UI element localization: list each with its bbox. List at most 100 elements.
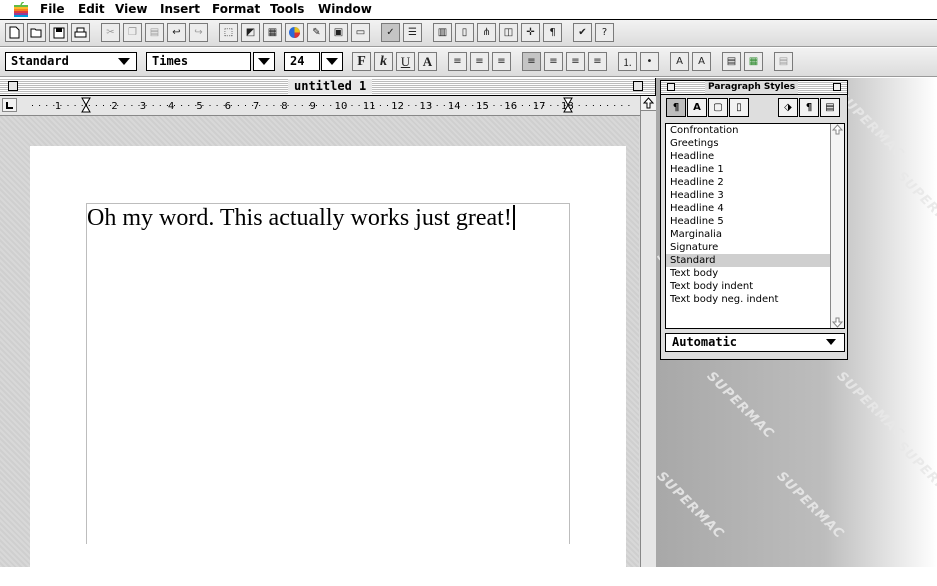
align-center-button[interactable]: ≡ [470, 52, 489, 71]
style-list-item[interactable]: Confrontation [666, 124, 831, 137]
palette-titlebar[interactable]: Paragraph Styles [661, 81, 847, 95]
nonprinting-chars-button[interactable]: ¶ [543, 23, 562, 42]
font-name-field[interactable]: Times [146, 52, 251, 71]
new-style-button[interactable]: ¶ [799, 98, 819, 117]
numbering-button[interactable]: ⒈ [618, 52, 637, 71]
print-button[interactable] [71, 23, 90, 42]
move-button[interactable]: ✛ [521, 23, 540, 42]
style-list-item[interactable]: Headline [666, 150, 831, 163]
font-name-dropdown-button[interactable] [253, 52, 275, 71]
chart-button[interactable] [285, 23, 304, 42]
align-left-button[interactable]: ≡ [448, 52, 467, 71]
columns-button[interactable]: ▥ [433, 23, 452, 42]
close-box[interactable] [667, 83, 675, 91]
align-left-justify-button[interactable]: ≡ [522, 52, 541, 71]
open-button[interactable] [27, 23, 46, 42]
arrow-down-icon[interactable] [831, 316, 844, 328]
underline-button[interactable]: U [396, 52, 415, 71]
paste-button[interactable]: ▤ [145, 23, 164, 42]
align-right-button[interactable]: ≡ [492, 52, 511, 71]
new-document-button[interactable] [5, 23, 24, 42]
style-list-item[interactable]: Headline 4 [666, 202, 831, 215]
update-style-icon: ▤ [825, 102, 835, 113]
zoom-box[interactable] [833, 83, 841, 91]
save-button[interactable] [49, 23, 68, 42]
paragraph-button[interactable]: ▤ [774, 52, 793, 71]
vertical-scrollbar[interactable] [640, 96, 656, 567]
menu-window[interactable]: Window [318, 2, 372, 17]
style-list-item[interactable]: Headline 3 [666, 189, 831, 202]
page-layout-button[interactable]: ▯ [455, 23, 474, 42]
frame-button[interactable]: ⬚ [219, 23, 238, 42]
cut-button[interactable]: ✂ [101, 23, 120, 42]
style-list-item[interactable]: Headline 1 [666, 163, 831, 176]
style-list-item[interactable]: Headline 2 [666, 176, 831, 189]
menu-tools[interactable]: Tools [270, 2, 304, 17]
page-styles-button[interactable]: ▯ [729, 98, 749, 117]
draw-objects-button[interactable]: ◩ [241, 23, 260, 42]
style-list-item[interactable]: Standard [666, 254, 831, 267]
zoom-box[interactable] [633, 81, 643, 91]
update-style-button[interactable]: ▤ [820, 98, 840, 117]
menu-format[interactable]: Format [212, 2, 260, 17]
font-color-button[interactable]: A [418, 52, 437, 71]
spellcheck-button[interactable]: ✔ [573, 23, 592, 42]
character-button[interactable]: ▤ [722, 52, 741, 71]
character-styles-button[interactable]: A [687, 98, 707, 117]
horizontal-ruler[interactable]: 1123456789101112131415161718 [0, 96, 640, 116]
paragraph-icon: ▤ [778, 56, 789, 67]
menu-edit[interactable]: Edit [78, 2, 105, 17]
style-list-item[interactable]: Signature [666, 241, 831, 254]
spellcheck-auto-button[interactable]: ✓ [381, 23, 400, 42]
redo-button[interactable]: ↪ [189, 23, 208, 42]
bullets-button[interactable]: • [640, 52, 659, 71]
apple-menu-icon[interactable] [14, 2, 28, 17]
style-list-item[interactable]: Text body neg. indent [666, 293, 831, 306]
menu-file[interactable]: File [40, 2, 65, 17]
font-size-dropdown-button[interactable] [321, 52, 343, 71]
document-titlebar[interactable]: untitled 1 [0, 78, 655, 96]
table-button[interactable]: ▦ [263, 23, 282, 42]
style-list-item[interactable]: Headline 5 [666, 215, 831, 228]
right-aligned-button[interactable]: ≡ [566, 52, 585, 71]
increase-indent-button[interactable]: A [670, 52, 689, 71]
copy-button[interactable]: ❐ [123, 23, 142, 42]
undo-button[interactable]: ↩ [167, 23, 186, 42]
help-button[interactable]: ? [595, 23, 614, 42]
image-button[interactable]: ▣ [329, 23, 348, 42]
justified-button[interactable]: ≡ [588, 52, 607, 71]
close-box[interactable] [8, 81, 18, 91]
frame-styles-button[interactable]: ▢ [708, 98, 728, 117]
style-list-item[interactable]: Greetings [666, 137, 831, 150]
navigator-button[interactable]: ⋔ [477, 23, 496, 42]
style-list[interactable]: Confrontation Greetings Headline Headline 1… [665, 123, 845, 329]
document-map-button[interactable]: ☰ [403, 23, 422, 42]
menu-view[interactable]: View [115, 2, 147, 17]
decrease-indent-button[interactable]: A [692, 52, 711, 71]
page[interactable]: Oh my word. This actually works just gre… [30, 146, 626, 586]
background-color-button[interactable]: ▦ [744, 52, 763, 71]
menu-insert[interactable]: Insert [160, 2, 200, 17]
paragraph-styles-button[interactable]: ¶ [666, 98, 686, 117]
style-list-item[interactable]: Marginalia [666, 228, 831, 241]
paint-bucket-icon: ⬗ [784, 102, 792, 113]
draw-button[interactable]: ✎ [307, 23, 326, 42]
ruler-tick [67, 105, 69, 106]
paragraph-style-select[interactable]: Standard [5, 52, 137, 71]
bold-button[interactable]: F [352, 52, 371, 71]
insert-object-button[interactable]: ◫ [499, 23, 518, 42]
style-filter-select[interactable]: Automatic [665, 333, 845, 352]
watermark: SUPERMAC [773, 468, 847, 543]
scroll-up-button[interactable] [641, 96, 656, 111]
style-list-item[interactable]: Text body [666, 267, 831, 280]
text-area[interactable]: Oh my word. This actually works just gre… [86, 203, 570, 544]
centered-button[interactable]: ≡ [544, 52, 563, 71]
field-button[interactable]: ▭ [351, 23, 370, 42]
style-list-item[interactable]: Text body indent [666, 280, 831, 293]
font-size-field[interactable]: 24 [284, 52, 320, 71]
fill-format-button[interactable]: ⬗ [778, 98, 798, 117]
italic-button[interactable]: k [374, 52, 393, 71]
document-text[interactable]: Oh my word. This actually works just gre… [87, 205, 515, 232]
style-list-scrollbar[interactable] [830, 124, 844, 328]
arrow-up-icon[interactable] [831, 124, 844, 136]
